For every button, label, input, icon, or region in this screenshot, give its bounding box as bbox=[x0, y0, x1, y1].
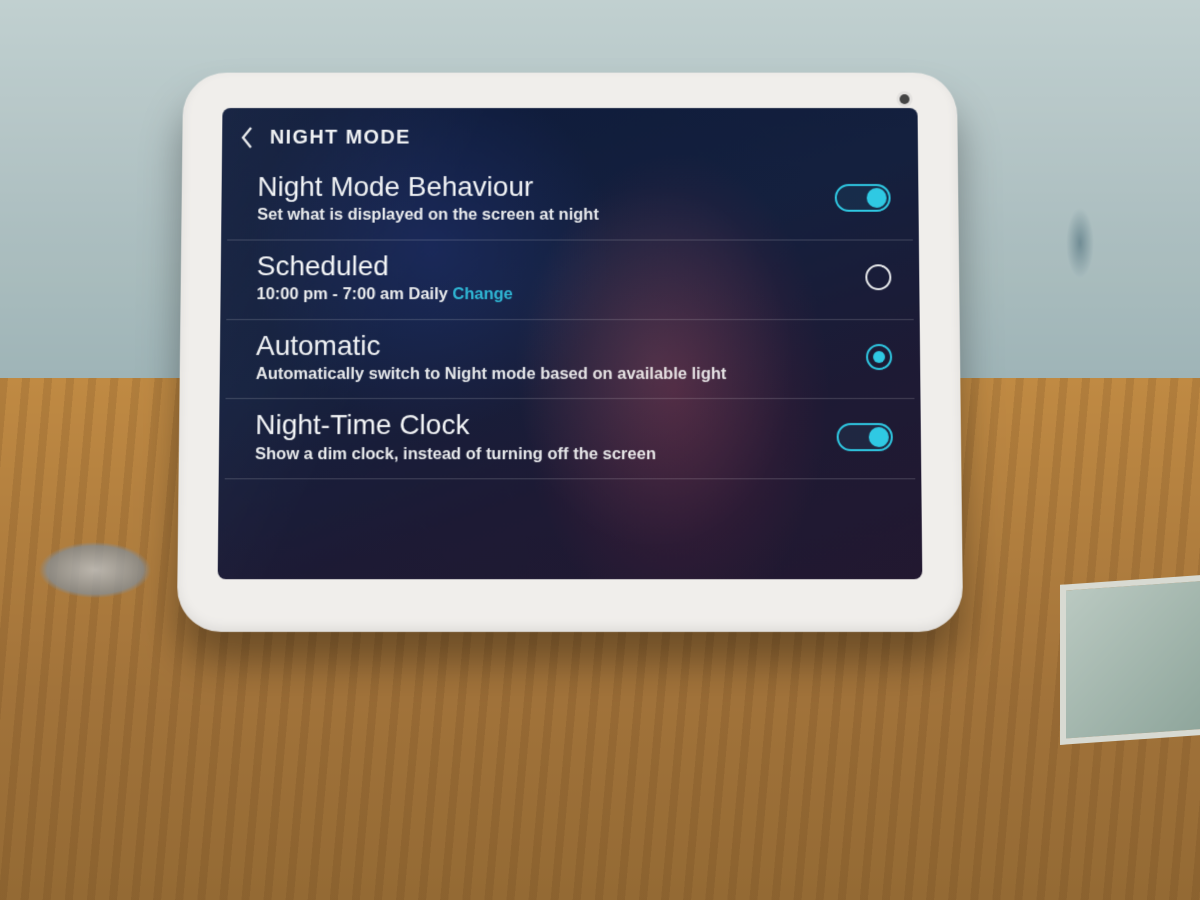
night-mode-behaviour-toggle[interactable] bbox=[835, 184, 891, 212]
change-schedule-link[interactable]: Change bbox=[452, 285, 512, 303]
row-night-mode-behaviour[interactable]: Night Mode Behaviour Set what is display… bbox=[227, 161, 913, 240]
back-chevron-icon[interactable] bbox=[238, 124, 256, 152]
scheduled-radio[interactable] bbox=[865, 265, 891, 291]
row-title: Night Mode Behaviour bbox=[257, 171, 819, 203]
row-automatic[interactable]: Automatic Automatically switch to Night … bbox=[226, 320, 915, 400]
screen: NIGHT MODE Night Mode Behaviour Set what… bbox=[218, 108, 923, 579]
night-time-clock-toggle[interactable] bbox=[837, 423, 893, 451]
background-mirror bbox=[1060, 575, 1200, 745]
row-title: Automatic bbox=[256, 330, 850, 362]
row-title: Night-Time Clock bbox=[255, 409, 821, 441]
page-title: NIGHT MODE bbox=[270, 126, 411, 149]
row-text: Automatic Automatically switch to Night … bbox=[256, 330, 867, 385]
row-text: Night Mode Behaviour Set what is display… bbox=[257, 171, 835, 225]
row-night-time-clock[interactable]: Night-Time Clock Show a dim clock, inste… bbox=[225, 399, 916, 479]
echo-show-device: NIGHT MODE Night Mode Behaviour Set what… bbox=[177, 73, 963, 632]
row-subtitle: Automatically switch to Night mode based… bbox=[256, 364, 851, 385]
row-text: Night-Time Clock Show a dim clock, inste… bbox=[255, 409, 837, 464]
schedule-time-text: 10:00 pm - 7:00 am Daily bbox=[256, 285, 447, 303]
row-text: Scheduled 10:00 pm - 7:00 am Daily Chang… bbox=[256, 250, 865, 305]
row-scheduled[interactable]: Scheduled 10:00 pm - 7:00 am Daily Chang… bbox=[226, 240, 913, 319]
header-bar: NIGHT MODE bbox=[228, 118, 912, 161]
camera-dot bbox=[900, 94, 910, 104]
row-subtitle: Show a dim clock, instead of turning off… bbox=[255, 444, 821, 465]
row-subtitle: Set what is displayed on the screen at n… bbox=[257, 205, 819, 225]
row-title: Scheduled bbox=[257, 250, 850, 282]
toggle-knob bbox=[867, 188, 887, 208]
toggle-knob bbox=[869, 427, 889, 447]
automatic-radio[interactable] bbox=[866, 344, 892, 370]
row-subtitle: 10:00 pm - 7:00 am Daily Change bbox=[256, 284, 849, 305]
background-lamp bbox=[20, 300, 170, 600]
